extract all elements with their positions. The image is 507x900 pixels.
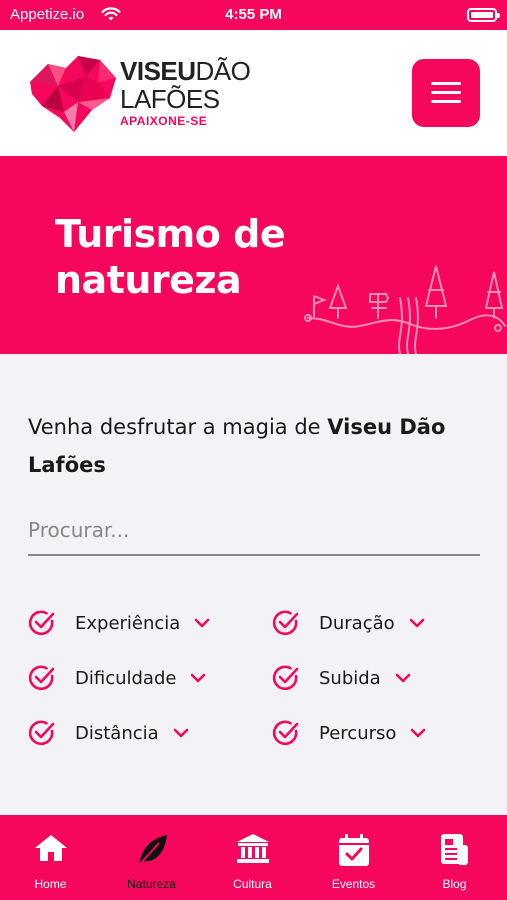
nav-eventos[interactable]: Eventos [303,815,404,900]
intro-prefix: Venha desfrutar a magia de [28,415,328,439]
clock: 4:55 PM [225,6,282,23]
logo-dao: DÃO [195,56,251,86]
filter-duracao[interactable]: Duração [272,607,425,639]
logo-wordmark[interactable]: VISEUDÃO LAFÕES APAIXONE-SE [120,56,251,128]
chevron-down-icon [409,618,424,628]
leaf-icon [137,835,167,866]
nav-label: Eventos [331,877,376,891]
check-circle-icon [272,720,299,746]
logo-tagline: APAIXONE-SE [120,114,208,128]
museum-icon [236,834,269,863]
logo-heart-icon[interactable] [28,52,120,136]
logo-viseu: VISEU [120,56,196,86]
check-circle-icon [272,610,299,636]
nav-cultura[interactable]: Cultura [202,815,303,900]
nav-label: Blog [442,877,467,891]
filter-dificuldade[interactable]: Dificuldade [28,662,206,694]
main-content: Venha desfrutar a magia de Viseu Dão Laf… [0,354,507,800]
chevron-down-icon [411,728,426,738]
nav-home[interactable]: Home [0,815,101,900]
nav-natureza[interactable]: Natureza [101,815,202,900]
filter-label: Distância [75,722,159,744]
intro-text: Venha desfrutar a magia de Viseu Dão Laf… [28,408,478,484]
calendar-check-icon [338,834,369,866]
hero-banner: Turismo de natureza [0,156,507,354]
home-icon [34,835,67,861]
menu-icon [431,82,461,85]
nav-label: Cultura [233,877,272,891]
search-input[interactable] [28,506,480,556]
check-circle-icon [272,665,299,691]
filter-label: Duração [319,612,395,634]
nature-trail-illustration [304,265,506,354]
filter-label: Subida [319,667,381,689]
battery-icon [467,8,500,22]
filter-label: Experiência [75,612,181,634]
logo-lafoes: LAFÕES [120,84,220,114]
filter-percurso[interactable]: Percurso [272,717,426,749]
nav-label: Natureza [127,877,176,891]
app-header: VISEUDÃO LAFÕES APAIXONE-SE [0,30,507,156]
chevron-down-icon [191,673,206,683]
filter-label: Dificuldade [75,667,177,689]
chevron-down-icon [173,728,188,738]
status-bar: Appetize.io 4:55 PM [0,0,507,30]
chevron-down-icon [195,618,210,628]
filter-experiencia[interactable]: Experiência [28,607,210,639]
check-circle-icon [28,610,55,636]
nav-blog[interactable]: Blog [404,815,505,900]
check-circle-icon [28,665,55,691]
filter-label: Percurso [319,722,397,744]
blog-icon [440,834,468,865]
chevron-down-icon [395,673,411,683]
filter-subida[interactable]: Subida [272,662,411,694]
check-circle-icon [28,720,55,746]
bottom-nav: Home Natureza Cultura Eventos Blog [0,815,507,900]
hamburger-menu-button[interactable] [412,59,480,127]
filter-distancia[interactable]: Distância [28,717,189,749]
nav-label: Home [34,877,67,891]
